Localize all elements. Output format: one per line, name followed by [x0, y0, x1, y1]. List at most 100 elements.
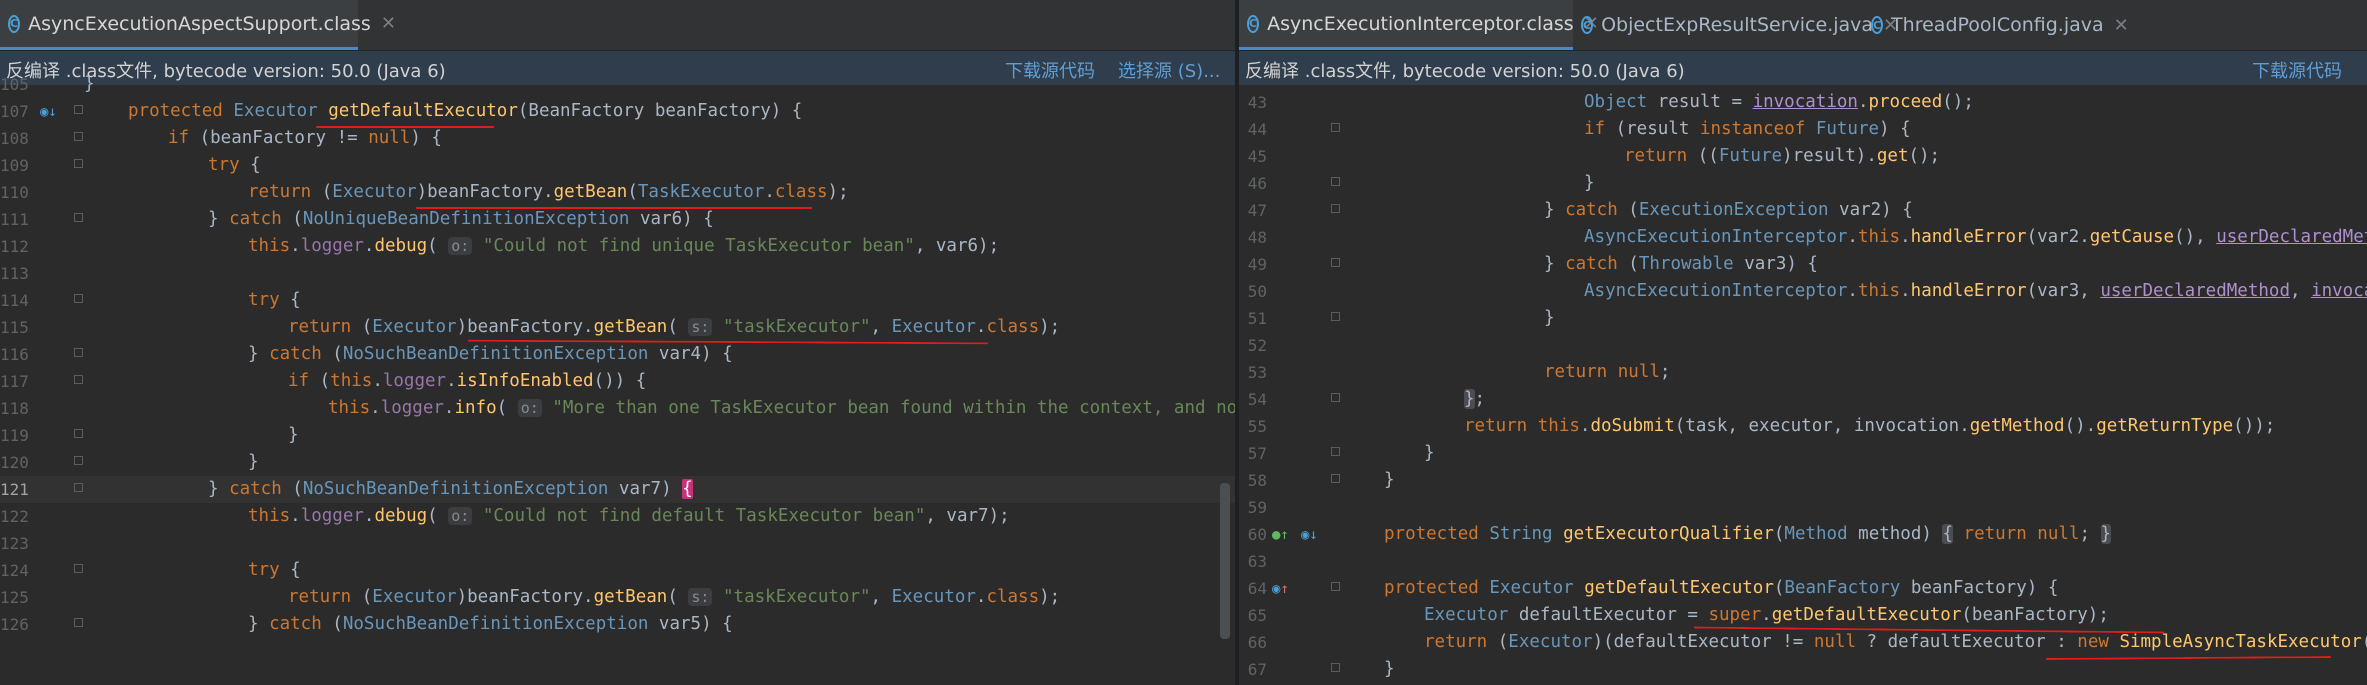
fold-marker-icon[interactable] — [74, 159, 83, 168]
line-number: 66 — [1247, 633, 1267, 652]
line-number: 59 — [1247, 498, 1267, 517]
overrides-icon[interactable]: ◉↓ — [40, 98, 57, 125]
fold-marker-icon[interactable] — [74, 456, 83, 465]
code-line: 43 Object result = invocation.proceed(); — [1239, 89, 2367, 116]
fold-marker-icon[interactable] — [74, 348, 83, 357]
code-line: 126 } catch (NoSuchBeanDefinitionExcepti… — [0, 611, 1235, 638]
fold-marker-icon[interactable] — [1331, 447, 1340, 456]
fold-marker-icon[interactable] — [1331, 177, 1340, 186]
code-text: protected Executor getDefaultExecutor(Be… — [128, 101, 803, 121]
code-text: }; — [1464, 389, 1486, 409]
fold-marker-icon[interactable] — [74, 564, 83, 573]
code-text: } — [84, 74, 95, 94]
class-icon: C — [1247, 14, 1260, 33]
vertical-scrollbar[interactable] — [1220, 483, 1230, 639]
line-number: 123 — [0, 534, 29, 553]
fold-marker-icon[interactable] — [1331, 204, 1340, 213]
code-text: } — [1584, 173, 1595, 193]
code-text: try { — [208, 155, 261, 175]
tab-async-execution-interceptor[interactable]: C AsyncExecutionInterceptor.class ✕ — [1239, 0, 1599, 50]
code-line: 58 } — [1239, 467, 2367, 494]
code-line: 109 try { — [0, 152, 1235, 179]
tab-async-execution-aspect-support[interactable]: C AsyncExecutionAspectSupport.class ✕ — [0, 0, 396, 50]
code-text: return (Executor)beanFactory.getBean( s:… — [288, 587, 1061, 607]
fold-marker-icon[interactable] — [74, 618, 83, 627]
code-text: } catch (NoSuchBeanDefinitionException v… — [248, 344, 733, 364]
code-line: 117 if (this.logger.isInfoEnabled()) { — [0, 368, 1235, 395]
line-number: 48 — [1247, 228, 1267, 247]
line-number: 53 — [1247, 363, 1267, 382]
line-number: 125 — [0, 588, 29, 607]
fold-marker-icon[interactable] — [74, 213, 83, 222]
line-number: 51 — [1247, 309, 1267, 328]
fold-marker-icon[interactable] — [1331, 582, 1340, 591]
code-text: } — [1384, 470, 1395, 490]
line-number: 58 — [1247, 471, 1267, 490]
line-number: 45 — [1247, 147, 1267, 166]
line-number: 107 — [0, 102, 29, 121]
fold-marker-icon[interactable] — [1331, 663, 1340, 672]
line-number: 116 — [0, 345, 29, 364]
line-number: 109 — [0, 156, 29, 175]
overridden-icon[interactable]: ◉↓ — [1301, 521, 1318, 548]
code-text: return (Executor)(defaultExecutor != nul… — [1424, 632, 2367, 652]
code-line: 65 Executor defaultExecutor = super.getD… — [1239, 602, 2367, 629]
code-text: return (Executor)beanFactory.getBean(Tas… — [248, 182, 849, 202]
left-code-editor[interactable]: 105 } 107 ◉↓ protected Executor getDefau… — [0, 74, 1235, 685]
line-number: 111 — [0, 210, 29, 229]
close-icon[interactable]: ✕ — [381, 13, 396, 34]
implements-icon[interactable]: ●↑ — [1272, 521, 1289, 548]
line-number: 120 — [0, 453, 29, 472]
close-icon[interactable]: ✕ — [2114, 15, 2129, 36]
code-text: } — [1424, 443, 1435, 463]
code-line: 51 } — [1239, 305, 2367, 332]
code-line: 45 return ((Future)result).get(); — [1239, 143, 2367, 170]
code-text: protected Executor getDefaultExecutor(Be… — [1384, 578, 2059, 598]
fold-marker-icon[interactable] — [74, 132, 83, 141]
red-annotation-underline — [316, 126, 494, 128]
code-line: 46 } — [1239, 170, 2367, 197]
line-number: 118 — [0, 399, 29, 418]
line-number: 65 — [1247, 606, 1267, 625]
download-sources-link[interactable]: 下载源代码 — [2252, 57, 2342, 83]
line-number: 63 — [1247, 552, 1267, 571]
code-line-current: 121 } catch (NoSuchBeanDefinitionExcepti… — [0, 476, 1235, 503]
line-number: 52 — [1247, 336, 1267, 355]
right-code-editor[interactable]: 43 Object result = invocation.proceed();… — [1239, 85, 2367, 685]
fold-marker-icon[interactable] — [74, 105, 83, 114]
fold-marker-icon[interactable] — [1331, 474, 1340, 483]
class-icon: C — [8, 14, 21, 33]
code-text: } catch (NoSuchBeanDefinitionException v… — [208, 479, 693, 499]
line-number: 47 — [1247, 201, 1267, 220]
code-text: } — [248, 452, 259, 472]
code-line: 66 return (Executor)(defaultExecutor != … — [1239, 629, 2367, 656]
code-line: 57 } — [1239, 440, 2367, 467]
fold-marker-icon[interactable] — [1331, 393, 1340, 402]
left-tab-bar: C AsyncExecutionAspectSupport.class ✕ — [0, 0, 1235, 51]
code-line: 123 — [0, 530, 1235, 557]
code-line: 67 } — [1239, 656, 2367, 683]
fold-marker-icon[interactable] — [1331, 123, 1340, 132]
code-text: this.logger.debug( o: "Could not find de… — [248, 506, 1010, 526]
fold-marker-icon[interactable] — [74, 429, 83, 438]
tab-thread-pool-config[interactable]: C ThreadPoolConfig.java ✕ — [1863, 0, 2129, 50]
code-text: return this.doSubmit(task, executor, inv… — [1464, 416, 2276, 436]
fold-marker-icon[interactable] — [74, 375, 83, 384]
line-number: 54 — [1247, 390, 1267, 409]
fold-marker-icon[interactable] — [1331, 258, 1340, 267]
overrides-icon[interactable]: ◉ ↑ — [1272, 575, 1289, 602]
code-text: return (Executor)beanFactory.getBean( s:… — [288, 317, 1061, 337]
line-number: 117 — [0, 372, 29, 391]
line-number: 43 — [1247, 93, 1267, 112]
code-line: 105 } — [0, 71, 1235, 98]
line-number: 108 — [0, 129, 29, 148]
code-line: 63 — [1239, 548, 2367, 575]
code-line: 108 if (beanFactory != null) { — [0, 125, 1235, 152]
fold-marker-icon[interactable] — [74, 294, 83, 303]
tab-object-exp-result-service[interactable]: C ObjectExpResultService.java ✕ — [1573, 0, 1898, 50]
fold-marker-icon[interactable] — [74, 483, 83, 492]
red-annotation-underline — [416, 207, 812, 209]
fold-marker-icon[interactable] — [1331, 312, 1340, 321]
line-number: 105 — [0, 75, 29, 94]
decompiled-banner: 反编译 .class文件, bytecode version: 50.0 (Ja… — [1239, 51, 2367, 85]
